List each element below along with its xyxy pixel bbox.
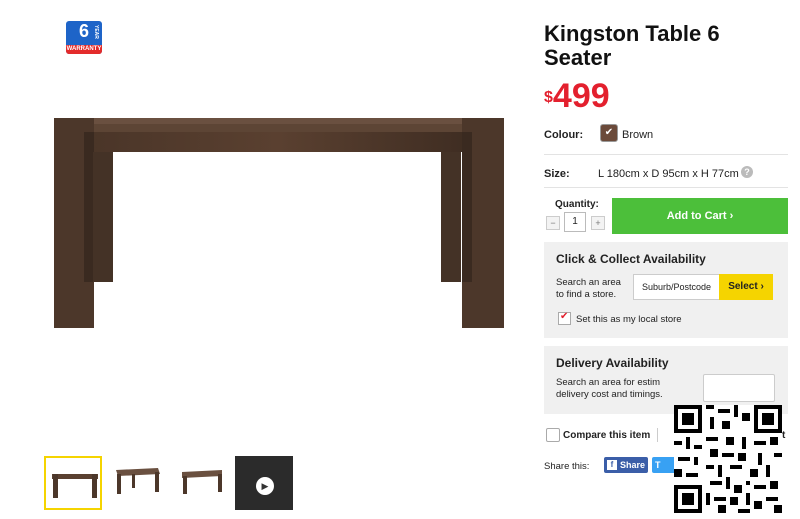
product-main-image[interactable] — [48, 105, 508, 335]
help-icon[interactable]: ? — [741, 166, 753, 178]
thumbnail-video[interactable]: ▶ — [235, 456, 293, 510]
local-store-label: Set this as my local store — [576, 314, 682, 325]
colour-value: Brown — [622, 129, 654, 141]
warranty-years: 6 — [78, 21, 89, 41]
click-collect-prompt-2: to find a store. — [556, 289, 617, 300]
warranty-year-word: YEAR — [93, 25, 99, 39]
warranty-label: WARRANTY — [66, 45, 102, 54]
price-currency: $ — [544, 89, 553, 106]
qr-code-image — [674, 405, 782, 513]
quantity-increase-button[interactable]: + — [591, 216, 605, 230]
compare-checkbox[interactable] — [546, 428, 560, 442]
facebook-share-button[interactable]: f Share — [604, 457, 648, 473]
twitter-label: T — [655, 460, 661, 470]
delivery-heading: Delivery Availability — [556, 356, 669, 370]
warranty-badge: 6 YEAR WARRANTY — [66, 21, 102, 54]
quantity-input[interactable]: 1 — [564, 212, 586, 232]
suburb-postcode-input[interactable]: Suburb/Postcode — [633, 274, 721, 300]
delivery-area-input[interactable] — [703, 374, 775, 402]
size-label: Size: — [544, 168, 570, 180]
facebook-icon: f — [607, 459, 617, 470]
quantity-label: Quantity: — [555, 199, 599, 210]
delivery-prompt-1: Search an area for estim — [556, 377, 661, 388]
colour-label: Colour: — [544, 129, 584, 141]
divider — [544, 154, 788, 155]
watermark — [742, 376, 747, 392]
facebook-share-label: Share — [620, 460, 646, 470]
select-store-button[interactable]: Select › — [719, 274, 773, 300]
click-collect-prompt-1: Search an area — [556, 277, 621, 288]
thumbnail-1[interactable] — [44, 456, 102, 510]
divider — [544, 187, 788, 188]
truncated-text: t — [782, 430, 786, 441]
share-label: Share this: — [544, 461, 590, 472]
compare-label: Compare this item — [563, 430, 651, 441]
thumbnail-3[interactable] — [172, 456, 230, 510]
product-title: Kingston Table 6 Seater — [544, 21, 720, 70]
local-store-checkbox[interactable] — [558, 311, 571, 325]
thumbnail-2[interactable] — [108, 456, 166, 510]
check-icon: ✔ — [604, 127, 614, 138]
colour-swatch[interactable]: ✔ — [600, 124, 618, 142]
divider — [657, 428, 658, 442]
click-collect-heading: Click & Collect Availability — [556, 252, 706, 266]
delivery-prompt-2: delivery cost and timings. — [556, 389, 663, 400]
quantity-decrease-button[interactable]: − — [546, 216, 560, 230]
play-icon[interactable]: ▶ — [256, 477, 274, 495]
size-value: L 180cm x D 95cm x H 77cm — [598, 168, 739, 180]
price-amount: 499 — [552, 77, 610, 115]
add-to-cart-button[interactable]: Add to Cart › — [612, 198, 788, 234]
product-price: $499 — [544, 78, 610, 114]
